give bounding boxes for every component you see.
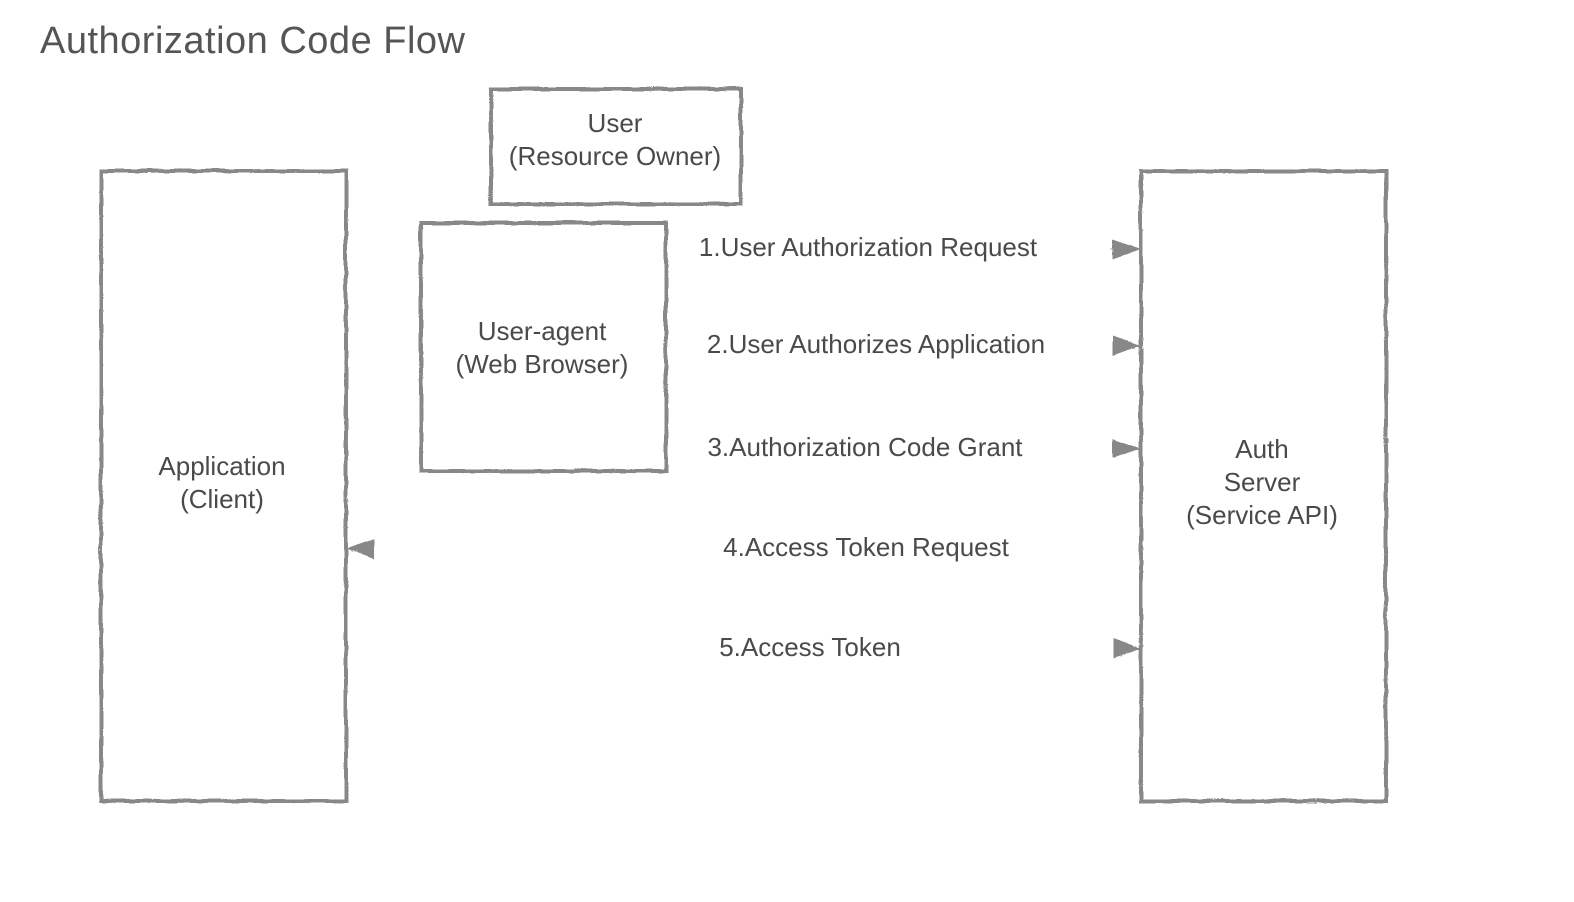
- arrowhead-right-icon: [1112, 438, 1140, 458]
- flow-3-label: 3.Authorization Code Grant: [707, 432, 1023, 462]
- application-box: Application (Client): [100, 170, 345, 800]
- auth-server-box: Auth Server (Service API): [1140, 170, 1385, 800]
- diagram-canvas: Application (Client) Auth Server (Servic…: [0, 0, 1574, 902]
- flow-3: 3.Authorization Code Grant: [345, 432, 1140, 462]
- flow-4: 4.Access Token Request: [345, 532, 1140, 562]
- arrowhead-right-icon: [1112, 638, 1140, 658]
- auth-label-1: Auth: [1235, 434, 1289, 464]
- flow-1: 1.User Authorization Request: [345, 232, 1140, 262]
- flow-5: 5.Access Token: [345, 632, 1140, 662]
- flow-4-label: 4.Access Token Request: [723, 532, 1009, 562]
- application-label-1: Application: [158, 451, 285, 481]
- auth-label-3: (Service API): [1186, 500, 1338, 530]
- application-label-2: (Client): [180, 484, 264, 514]
- user-box: User (Resource Owner): [490, 88, 740, 203]
- user-label-2: (Resource Owner): [509, 141, 721, 171]
- flow-1-label: 1.User Authorization Request: [699, 232, 1038, 262]
- user-label-1: User: [588, 108, 643, 138]
- flow-5-label: 5.Access Token: [719, 632, 901, 662]
- arrowhead-right-icon: [1112, 335, 1140, 355]
- ua-label-1: User-agent: [478, 316, 607, 346]
- arrowhead-right-icon: [1112, 238, 1140, 258]
- flow-2-label: 2.User Authorizes Application: [707, 329, 1045, 359]
- auth-label-2: Server: [1224, 467, 1301, 497]
- ua-label-2: (Web Browser): [456, 349, 629, 379]
- flow-2: 2.User Authorizes Application: [630, 329, 1140, 359]
